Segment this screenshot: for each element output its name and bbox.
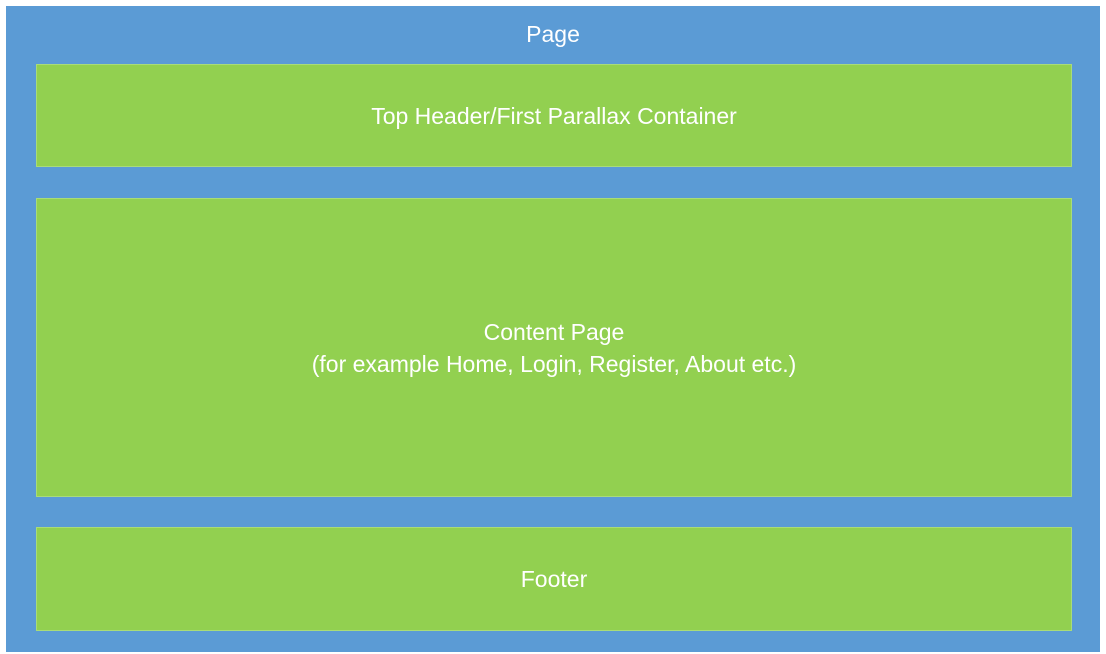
top-header-label: Top Header/First Parallax Container — [371, 102, 737, 129]
footer-label: Footer — [520, 566, 588, 592]
content-page-container: Content Page (for example Home, Login, R… — [36, 198, 1072, 497]
page-container: Page Top Header/First Parallax Container… — [6, 6, 1100, 652]
content-page-title: Content Page — [483, 318, 625, 345]
top-header-parallax-container: Top Header/First Parallax Container — [36, 64, 1072, 167]
content-page-examples: (for example Home, Login, Register, Abou… — [311, 350, 797, 377]
footer-container: Footer — [36, 527, 1072, 631]
page-label: Page — [526, 21, 580, 47]
